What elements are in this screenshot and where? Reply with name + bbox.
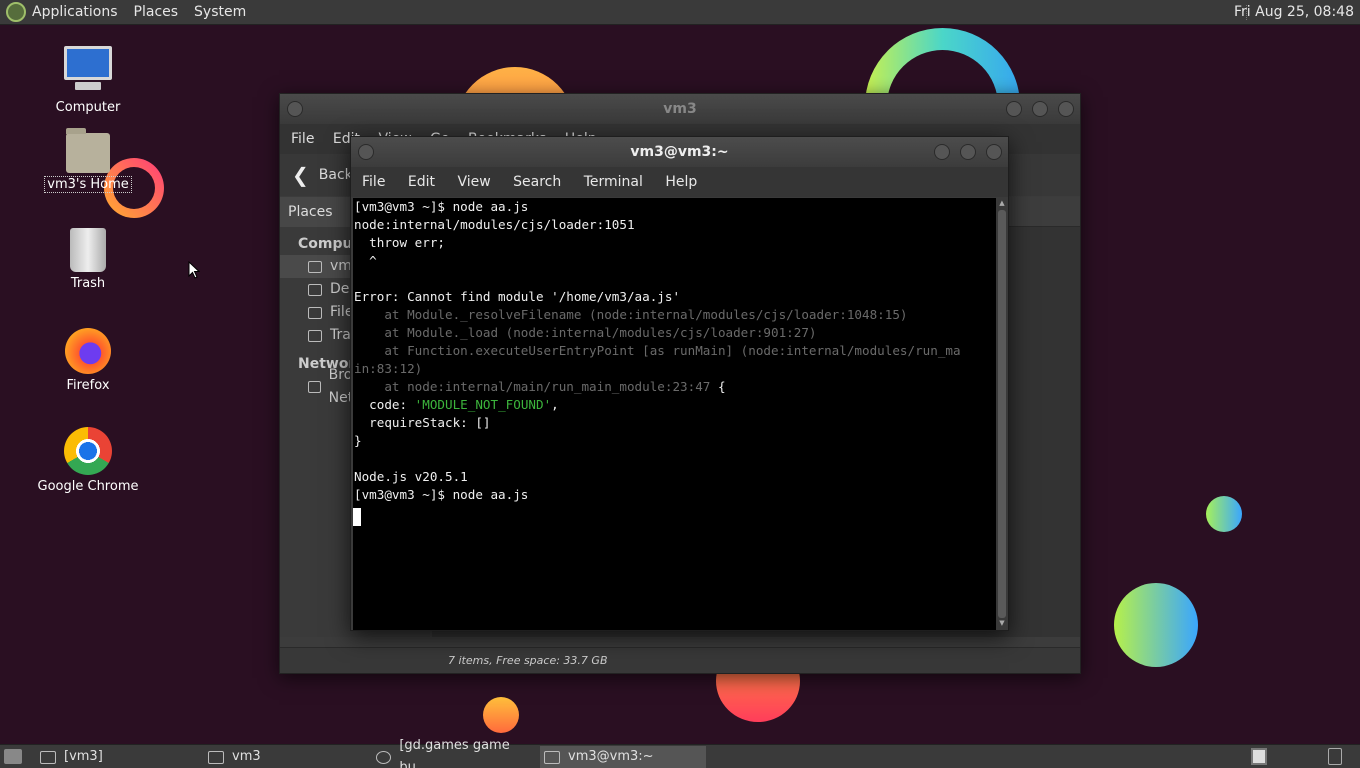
terminal-line: at Function.executeUserEntryPoint [as ru…: [354, 343, 961, 358]
desktop-icon-firefox[interactable]: Firefox: [28, 328, 148, 393]
taskbar-item-label: [vm3]: [64, 749, 103, 764]
terminal-line: at Module._load (node:internal/modules/c…: [354, 325, 817, 340]
clock[interactable]: Fri Aug 25, 08:48: [1234, 4, 1354, 20]
menu-search[interactable]: Search: [513, 174, 561, 190]
terminal-line: Error: Cannot find module '/home/vm3/aa.…: [354, 289, 681, 304]
show-desktop-icon[interactable]: [4, 749, 22, 764]
terminal-line: [vm3@vm3 ~]$ node aa.js: [354, 199, 529, 214]
back-button[interactable]: Back: [319, 167, 353, 183]
desktop-icon-chrome[interactable]: Google Chrome: [28, 427, 148, 494]
drive-icon: [308, 306, 322, 319]
terminal-line: in:83:12): [354, 361, 423, 376]
terminal-line: [vm3@vm3 ~]$ node aa.js: [354, 487, 529, 502]
desktop-icon-label: Firefox: [66, 378, 110, 393]
terminal-line: code: 'MODULE_NOT_FOUND',: [354, 397, 559, 412]
taskbar-item[interactable]: [vm3]: [36, 746, 196, 768]
chrome-icon: [64, 427, 112, 475]
taskbar: [vm3] vm3 [gd.games game bu... vm3@vm3:~: [0, 738, 1360, 768]
window-title: vm3@vm3:~: [630, 144, 729, 160]
terminal-line: [353, 270, 996, 288]
terminal-line: [353, 450, 996, 468]
terminal-output[interactable]: [vm3@vm3 ~]$ node aa.js node:internal/mod…: [353, 198, 996, 630]
trash-icon: [308, 329, 322, 342]
desktop-icon-home[interactable]: vm3's Home: [28, 128, 148, 193]
window-titlebar[interactable]: vm3: [280, 94, 1080, 124]
scrollbar[interactable]: ▲ ▼: [996, 198, 1008, 630]
scroll-down-icon[interactable]: ▼: [996, 619, 1008, 629]
scroll-up-icon[interactable]: ▲: [996, 199, 1008, 209]
terminal-window: vm3@vm3:~ File Edit View Search Terminal…: [350, 136, 1009, 631]
taskbar-item-label: [gd.games game bu...: [399, 738, 510, 768]
taskbar-item-active[interactable]: vm3@vm3:~: [540, 746, 706, 768]
terminal-line: requireStack: []: [354, 415, 491, 430]
menu-terminal[interactable]: Terminal: [584, 174, 643, 190]
close-button[interactable]: [986, 144, 1002, 160]
taskbar-item-label: vm3@vm3:~: [568, 749, 654, 764]
home-folder-icon: [66, 128, 110, 173]
minimize-button[interactable]: [934, 144, 950, 160]
wallpaper-orb: [1114, 583, 1198, 667]
computer-icon: [64, 46, 112, 96]
terminal-line: }: [354, 433, 362, 448]
desktop-icon-label: vm3's Home: [44, 176, 132, 193]
menu-file[interactable]: File: [291, 131, 314, 147]
terminal-line: node:internal/modules/cjs/loader:1051: [354, 217, 635, 232]
terminal-line: at node:internal/main/run_main_module:23…: [354, 379, 726, 394]
menu-view[interactable]: View: [457, 174, 490, 190]
chrome-icon: [376, 750, 392, 764]
window-menu-button[interactable]: [287, 101, 303, 117]
distro-logo-icon[interactable]: [6, 2, 26, 22]
status-bar: 7 items, Free space: 33.7 GB: [432, 647, 1080, 673]
terminal-line: ^: [354, 253, 377, 268]
scrollbar-thumb[interactable]: [998, 210, 1006, 618]
back-arrow-icon[interactable]: ❮: [292, 163, 309, 187]
taskbar-item[interactable]: vm3: [204, 746, 364, 768]
desktop-icon: [308, 283, 322, 296]
mouse-pointer-icon: [188, 261, 200, 279]
home-folder-icon: [308, 260, 322, 273]
terminal-line: Node.js v20.5.1: [354, 469, 468, 484]
desktop-icon-label: Trash: [70, 276, 106, 291]
maximize-button[interactable]: [960, 144, 976, 160]
home-folder-icon: [208, 750, 224, 764]
menu-edit[interactable]: Edit: [408, 174, 435, 190]
window-titlebar[interactable]: vm3@vm3:~: [351, 137, 1008, 167]
desktop-icon-label: Computer: [55, 100, 121, 115]
firefox-icon: [65, 328, 111, 374]
desktop-icon-trash[interactable]: Trash: [28, 228, 148, 291]
taskbar-item-label: vm3: [232, 749, 261, 764]
terminal-line: at Module._resolveFilename (node:interna…: [354, 307, 908, 322]
window-title: vm3: [663, 101, 697, 117]
taskbar-item[interactable]: [gd.games game bu...: [372, 738, 536, 768]
terminal-cursor: [353, 508, 361, 526]
wallpaper-orb: [1206, 496, 1242, 532]
trash-icon: [70, 228, 106, 272]
wallpaper-orb: [483, 697, 519, 733]
window-menu-button[interactable]: [358, 144, 374, 160]
terminal-icon: [544, 750, 560, 764]
workspace-switcher[interactable]: [1251, 748, 1267, 765]
minimize-button[interactable]: [1006, 101, 1022, 117]
terminal-line: throw err;: [354, 235, 445, 250]
menu-system[interactable]: System: [194, 4, 246, 20]
close-button[interactable]: [1058, 101, 1074, 117]
menu-applications[interactable]: Applications: [32, 4, 118, 20]
desktop-icon-computer[interactable]: Computer: [28, 46, 148, 115]
desktop-icon-label: Google Chrome: [37, 479, 139, 494]
top-panel: Applications Places System Fri Aug 25, 0…: [0, 0, 1360, 25]
trash-applet-icon[interactable]: [1328, 748, 1342, 765]
folder-icon: [40, 750, 56, 764]
menu-help[interactable]: Help: [665, 174, 697, 190]
menu-places[interactable]: Places: [134, 4, 179, 20]
maximize-button[interactable]: [1032, 101, 1048, 117]
menu-file[interactable]: File: [362, 174, 385, 190]
statusbar-left: [280, 647, 432, 673]
network-icon: [308, 380, 321, 393]
menubar: File Edit View Search Terminal Help: [351, 167, 1008, 197]
